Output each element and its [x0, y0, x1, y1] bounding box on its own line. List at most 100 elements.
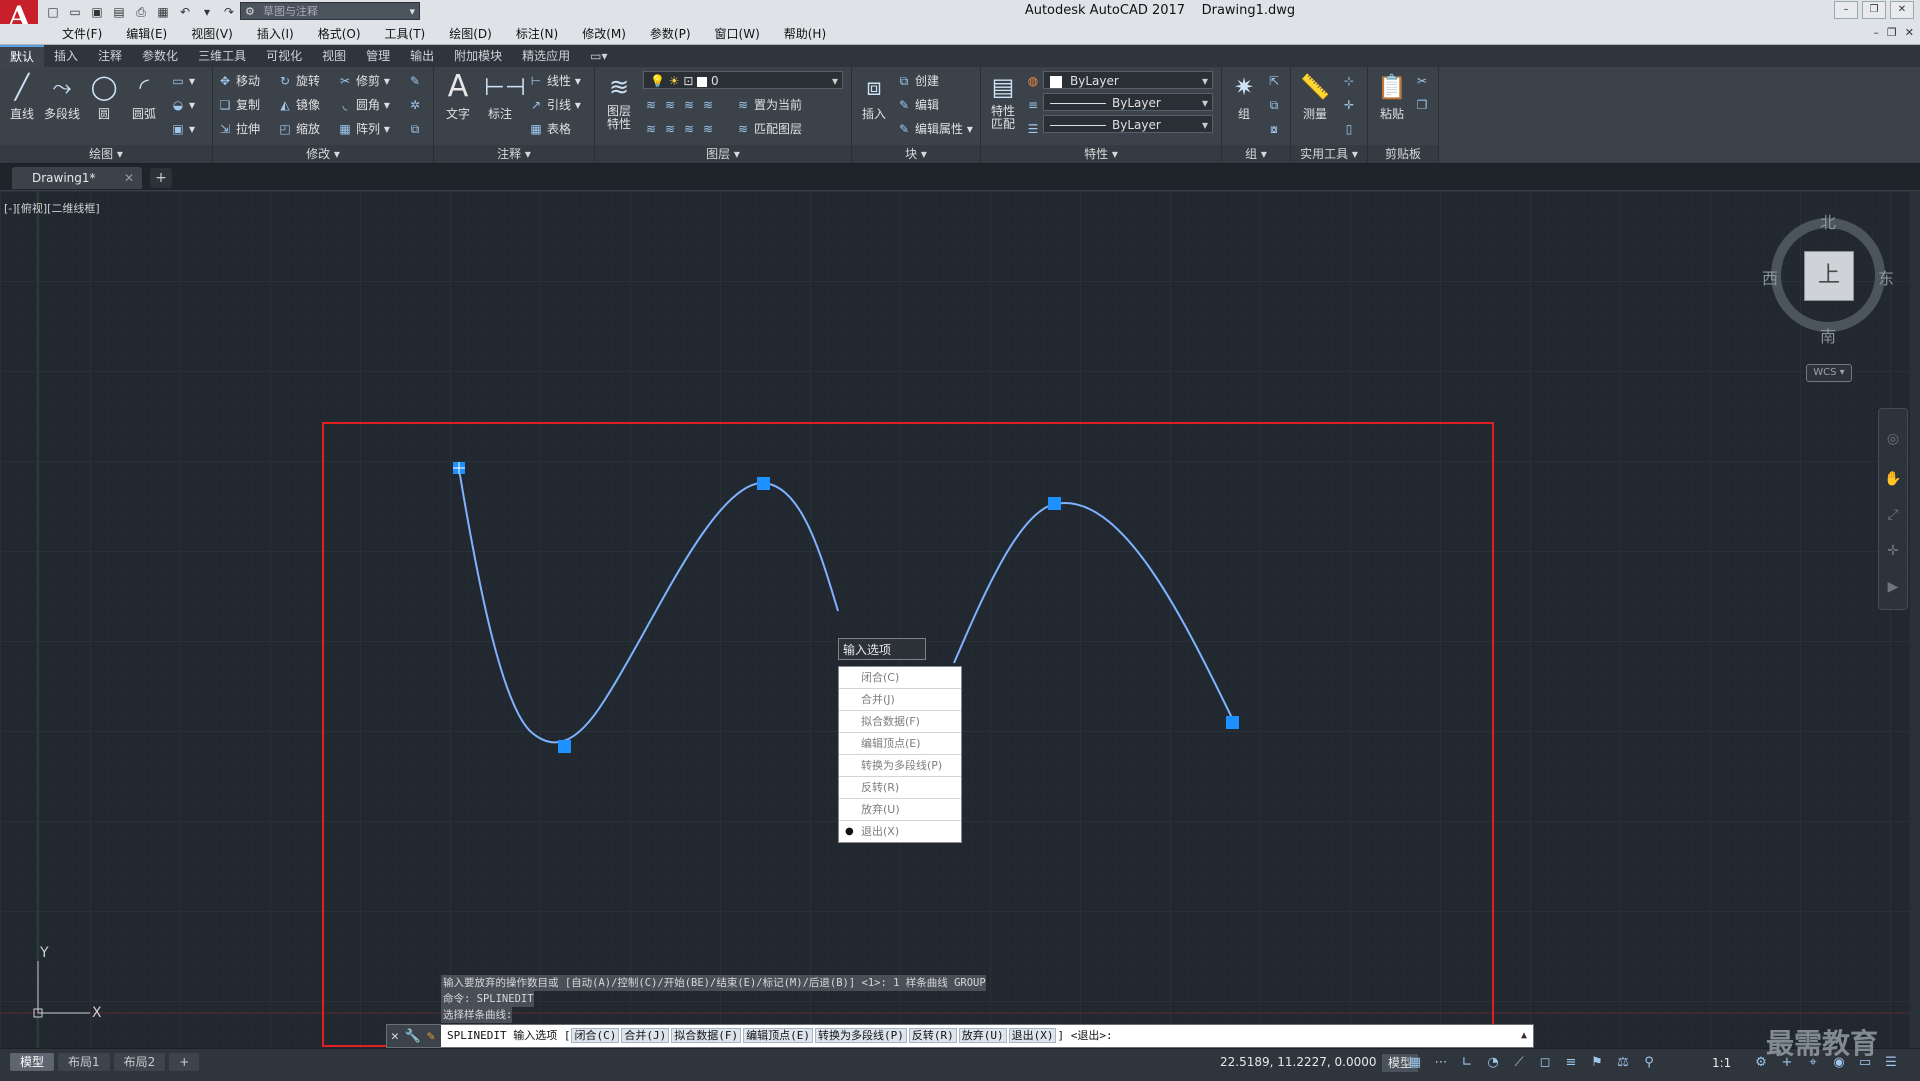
- new-tab-button[interactable]: +: [150, 168, 172, 188]
- object-snap-icon[interactable]: ◻: [1536, 1054, 1554, 1072]
- tab-visualize[interactable]: 可视化: [256, 45, 312, 67]
- cmd-option-join[interactable]: 合并(J): [621, 1028, 670, 1043]
- rectangle-button[interactable]: ▭ ▾: [170, 71, 195, 91]
- tab-view[interactable]: 视图: [312, 45, 356, 67]
- tab-manage[interactable]: 管理: [356, 45, 400, 67]
- edit-attributes-button[interactable]: ✎ 编辑属性 ▾: [896, 119, 973, 139]
- menu-format[interactable]: 格式(O): [306, 24, 373, 44]
- menu-draw[interactable]: 绘图(D): [437, 24, 504, 44]
- cmd-option-undo[interactable]: 放弃(U): [958, 1028, 1007, 1043]
- trim-button[interactable]: ✂ 修剪 ▾: [337, 71, 390, 91]
- compass-west[interactable]: 西: [1762, 265, 1778, 289]
- menu-view[interactable]: 视图(V): [179, 24, 245, 44]
- dimension-button[interactable]: ⊢⊣ 标注: [480, 71, 526, 122]
- move-button[interactable]: ✥ 移动: [217, 71, 260, 91]
- tab-addins[interactable]: 附加模块: [444, 45, 512, 67]
- measure-button[interactable]: 📏 测量: [1295, 71, 1335, 122]
- viewport-label[interactable]: [-][俯视][二维线框]: [4, 200, 100, 216]
- save-icon[interactable]: ▣: [88, 3, 106, 21]
- menu-window[interactable]: 窗口(W): [703, 24, 772, 44]
- id-point-icon[interactable]: ✛: [1341, 95, 1360, 115]
- cmd-option-fit-data[interactable]: 拟合数据(F): [671, 1028, 742, 1043]
- insert-block-button[interactable]: ⧈ 插入: [854, 71, 894, 122]
- viewcube[interactable]: 上 北 南 东 西: [1762, 213, 1894, 346]
- file-tab-drawing1[interactable]: Drawing1* ✕: [12, 167, 142, 189]
- fillet-button[interactable]: ◟ 圆角 ▾: [337, 95, 390, 115]
- cmd-option-reverse[interactable]: 反转(R): [908, 1028, 957, 1043]
- panel-groups-title[interactable]: 组 ▾: [1222, 145, 1290, 163]
- array-button[interactable]: ▦ 阵列 ▾: [337, 119, 390, 139]
- option-undo[interactable]: 放弃(U): [839, 799, 961, 821]
- annotation-scale-value[interactable]: 1:1: [1712, 1054, 1731, 1072]
- zoom-extents-icon[interactable]: ⤢: [1883, 505, 1903, 525]
- arc-button[interactable]: ◜ 圆弧: [124, 71, 164, 122]
- tab-layout1[interactable]: 布局1: [58, 1053, 110, 1071]
- vertical-scrollbar[interactable]: [1910, 191, 1920, 1048]
- doc-close-icon[interactable]: ✕: [1905, 26, 1914, 39]
- rotate-button[interactable]: ↻ 旋转: [277, 71, 320, 91]
- isodraft-icon[interactable]: ⟋: [1510, 1054, 1528, 1072]
- option-reverse[interactable]: 反转(R): [839, 777, 961, 799]
- panel-annotation-title[interactable]: 注释 ▾: [434, 145, 594, 163]
- tab-parametric[interactable]: 参数化: [132, 45, 188, 67]
- menu-tools[interactable]: 工具(T): [373, 24, 438, 44]
- cmd-option-exit[interactable]: 退出(X): [1008, 1028, 1057, 1043]
- command-line[interactable]: ✕ 🔧 ✎ SPLINEDIT 输入选项 [闭合(C) 合并(J) 拟合数据(F) 编…: [386, 1024, 1534, 1048]
- stretch-button[interactable]: ⇲ 拉伸: [217, 119, 260, 139]
- explode-button[interactable]: ✲: [407, 95, 426, 115]
- cmd-option-edit-vertex[interactable]: 编辑顶点(E): [743, 1028, 813, 1043]
- match-layer-button[interactable]: ≋ 匹配图层: [735, 119, 802, 139]
- undo-icon[interactable]: ↶: [176, 3, 194, 21]
- mirror-button[interactable]: ◭ 镜像: [277, 95, 320, 115]
- orbit-icon[interactable]: ✛: [1883, 541, 1903, 561]
- snap-icon[interactable]: ⋯: [1432, 1054, 1450, 1072]
- panel-layers-title[interactable]: 图层 ▾: [595, 145, 851, 163]
- pan-icon[interactable]: ✋: [1883, 469, 1903, 489]
- menu-file[interactable]: 文件(F): [50, 24, 114, 44]
- layer-properties-button[interactable]: ≋ 图层 特性: [599, 71, 639, 131]
- command-prompt[interactable]: SPLINEDIT 输入选项 [闭合(C) 合并(J) 拟合数据(F) 编辑顶点(E)…: [447, 1025, 1113, 1047]
- edit-block-button[interactable]: ✎ 编辑: [896, 95, 939, 115]
- panel-utilities-title[interactable]: 实用工具 ▾: [1291, 145, 1367, 163]
- doc-minimize-icon[interactable]: –: [1873, 26, 1879, 39]
- wcs-menu-button[interactable]: WCS ▾: [1806, 364, 1852, 382]
- annotation-scale-icon[interactable]: ⚖: [1614, 1054, 1632, 1072]
- menu-parametric[interactable]: 参数(P): [638, 24, 703, 44]
- workspace-dropdown[interactable]: ⚙ 草图与注释 ▾: [240, 2, 420, 20]
- pencil-button[interactable]: ✎: [407, 71, 426, 91]
- viewcube-face-top[interactable]: 上: [1804, 251, 1854, 301]
- coordinates-readout[interactable]: 22.5189, 11.2227, 0.0000: [1220, 1055, 1377, 1069]
- polar-icon[interactable]: ◔: [1484, 1054, 1502, 1072]
- offset-button[interactable]: ⧉: [407, 119, 426, 139]
- panel-block-title[interactable]: 块 ▾: [852, 145, 980, 163]
- table-button[interactable]: ▦ 表格: [528, 119, 571, 139]
- grid-icon[interactable]: ▦: [1406, 1054, 1424, 1072]
- option-close[interactable]: 闭合(C): [839, 667, 961, 689]
- menu-help[interactable]: 帮助(H): [772, 24, 838, 44]
- lineweight-dropdown[interactable]: ByLayer ▾: [1043, 115, 1213, 133]
- pencil-icon[interactable]: ✎: [427, 1029, 435, 1044]
- cmd-option-close[interactable]: 闭合(C): [571, 1028, 620, 1043]
- set-current-button[interactable]: ≋ 置为当前: [735, 95, 802, 115]
- group-button[interactable]: ✷ 组: [1224, 71, 1264, 122]
- line-button[interactable]: ╱ 直线: [2, 71, 42, 122]
- menu-insert[interactable]: 插入(I): [245, 24, 306, 44]
- compass-south[interactable]: 南: [1820, 323, 1836, 347]
- print-icon[interactable]: ▦: [154, 3, 172, 21]
- save-as-icon[interactable]: ▤: [110, 3, 128, 21]
- lineweight-toggle-icon[interactable]: ≡: [1562, 1054, 1580, 1072]
- chevron-up-icon[interactable]: ▲: [1521, 1025, 1527, 1047]
- panel-clipboard-title[interactable]: 剪贴板: [1368, 145, 1438, 163]
- layer-tools-row-2[interactable]: ≋ ≋ ≋ ≋: [643, 119, 719, 139]
- showmotion-icon[interactable]: ▶: [1883, 577, 1903, 597]
- control-grip-3[interactable]: [757, 477, 770, 490]
- open-icon[interactable]: ▭: [66, 3, 84, 21]
- wrench-icon[interactable]: 🔧: [405, 1029, 421, 1044]
- copy-clip-icon[interactable]: ❐: [1414, 95, 1433, 115]
- close-icon[interactable]: ✕: [124, 167, 134, 189]
- control-grip-4[interactable]: [1048, 497, 1061, 510]
- plot-icon[interactable]: ⎙: [132, 3, 150, 21]
- ribbon-options-icon[interactable]: ▭▾: [580, 45, 617, 67]
- panel-properties-title[interactable]: 特性 ▾: [981, 145, 1221, 163]
- layer-dropdown[interactable]: 💡 ☀ ⊡ 0 ▾: [643, 71, 843, 89]
